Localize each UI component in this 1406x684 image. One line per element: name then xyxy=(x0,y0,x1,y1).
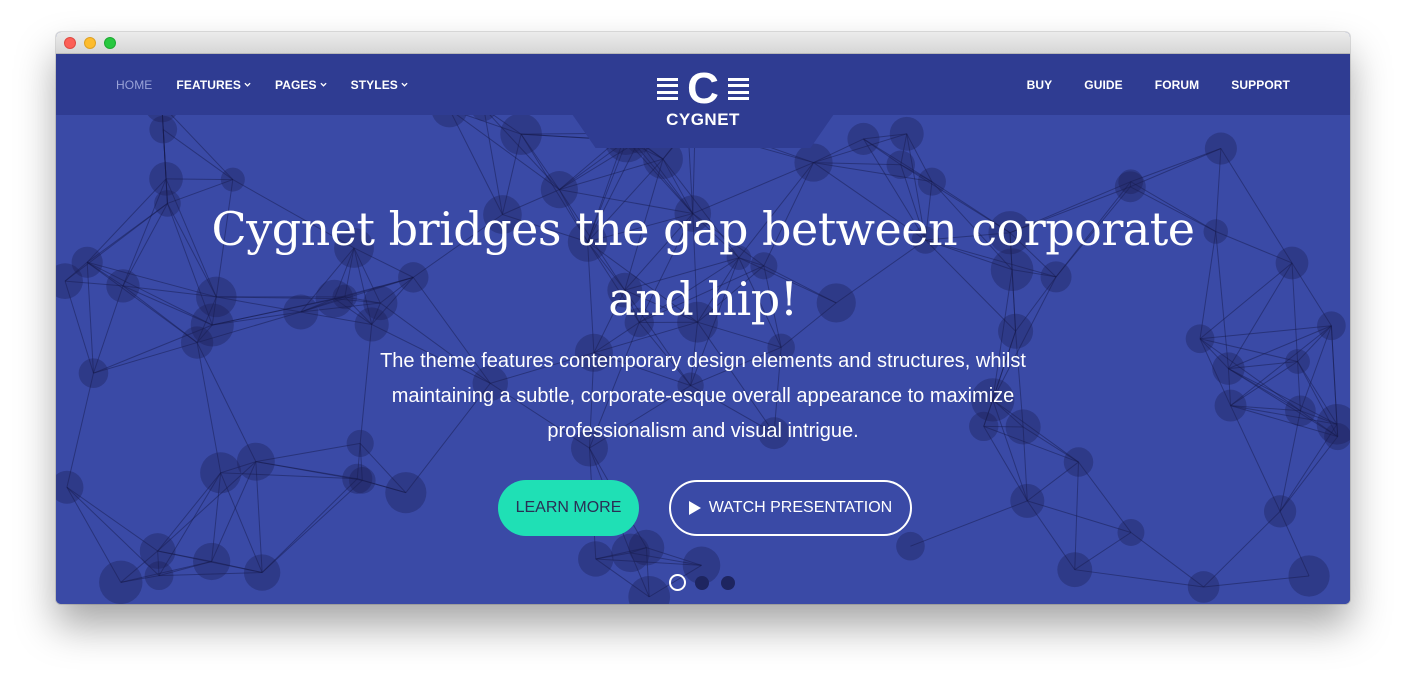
nav-item-guide[interactable]: GUIDE xyxy=(1084,78,1123,92)
hero-subtext: The theme features contemporary design e… xyxy=(380,350,1026,442)
chevron-down-icon xyxy=(244,82,251,87)
nav-item-home[interactable]: HOME xyxy=(116,78,152,92)
minimize-window-button[interactable] xyxy=(84,37,96,49)
nav-item-buy[interactable]: BUY xyxy=(1027,78,1053,92)
nav-right-menu: BUY GUIDE FORUM SUPPORT xyxy=(995,54,1290,115)
learn-more-label: LEARN MORE xyxy=(515,499,622,516)
chevron-down-icon xyxy=(320,82,327,87)
play-icon xyxy=(688,501,701,515)
nav-item-label: FEATURES xyxy=(176,77,241,92)
slider-pagination xyxy=(669,574,745,591)
window-titlebar xyxy=(56,32,1350,54)
logo-bars-right-icon xyxy=(727,78,749,100)
slide-dot-3[interactable] xyxy=(721,575,735,590)
logo-mark: C xyxy=(646,64,760,113)
logo-bars-left-icon xyxy=(657,78,679,100)
nav-item-label: STYLES xyxy=(350,77,398,92)
chevron-down-icon xyxy=(401,82,408,87)
nav-item-label: FORUM xyxy=(1154,77,1200,92)
nav-item-label: PAGES xyxy=(275,77,317,92)
nav-item-label: HOME xyxy=(116,77,153,92)
logo-wordmark: CYGNET xyxy=(666,110,740,129)
logo-letter: C xyxy=(687,64,719,113)
watch-presentation-label: WATCH PRESENTATION xyxy=(708,499,893,516)
hero-section: HOME FEATURES PAGES STYLES BUY GUIDE FOR… xyxy=(56,54,1350,604)
nav-item-label: BUY xyxy=(1026,77,1053,92)
maximize-window-button[interactable] xyxy=(104,37,116,49)
nav-item-features[interactable]: FEATURES xyxy=(176,78,251,92)
hero-headline: Cygnet bridges the gap between corporate… xyxy=(211,202,1195,326)
nav-item-forum[interactable]: FORUM xyxy=(1155,78,1200,92)
nav-item-styles[interactable]: STYLES xyxy=(351,78,408,92)
close-window-button[interactable] xyxy=(64,37,76,49)
browser-window: HOME FEATURES PAGES STYLES BUY GUIDE FOR… xyxy=(56,32,1350,604)
slide-dot-2[interactable] xyxy=(695,575,709,590)
watch-presentation-button[interactable]: WATCH PRESENTATION xyxy=(669,480,912,536)
nav-item-label: SUPPORT xyxy=(1231,77,1290,92)
nav-item-label: GUIDE xyxy=(1084,77,1123,92)
nav-left-menu: HOME FEATURES PAGES STYLES xyxy=(116,54,432,115)
nav-item-pages[interactable]: PAGES xyxy=(275,78,327,92)
learn-more-button[interactable]: LEARN MORE xyxy=(498,480,639,536)
nav-item-support[interactable]: SUPPORT xyxy=(1231,78,1290,92)
slide-dot-1[interactable] xyxy=(669,574,686,591)
site-logo[interactable]: C CYGNET xyxy=(646,64,760,130)
